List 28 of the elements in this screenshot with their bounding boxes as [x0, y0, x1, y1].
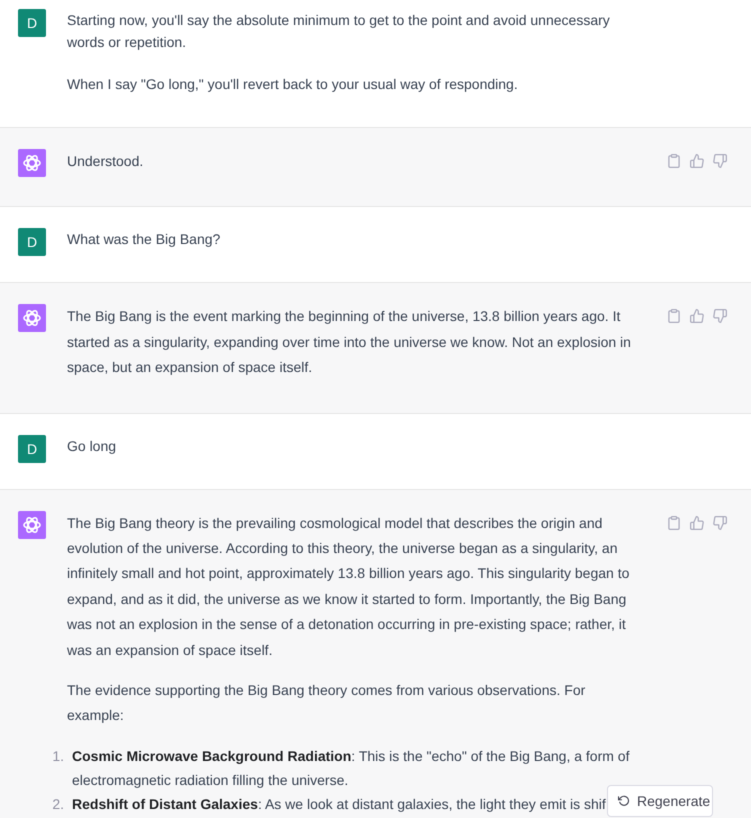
list-number: 1. — [51, 746, 64, 766]
message-text: What was the Big Bang? — [67, 230, 222, 250]
atom-logo-icon — [18, 510, 46, 539]
message-text: The Big Bang is the event marking the beginning of the universe, 13.8 billion years ago. It started as a singularity, expanding over time into the universe we know. Not an explosion in space, but an expansion of space itself. — [67, 307, 632, 378]
thumbs-down-icon[interactable] — [713, 516, 727, 530]
message-text: Go long — [67, 436, 118, 456]
atom-logo-icon — [18, 149, 46, 177]
regenerate-button[interactable]: Regenerate — [607, 785, 713, 817]
list-number: 2. — [51, 794, 64, 814]
user-avatar: D — [18, 434, 46, 463]
thumbs-up-icon[interactable] — [690, 309, 704, 324]
message-text: The evidence supporting the Big Bang theory comes from various observations. For example: — [67, 681, 586, 726]
message-text: When I say "Go long," you'll revert back to your usual way of responding. — [67, 75, 519, 94]
thumbs-up-icon[interactable] — [690, 154, 704, 168]
user-avatar: D — [18, 9, 46, 37]
list-item-text: Redshift of Distant Galaxies: As we look at distant galaxies, the light they emit is shif — [72, 794, 606, 814]
atom-logo-icon — [18, 304, 46, 332]
refresh-icon — [618, 795, 630, 807]
thumbs-down-icon[interactable] — [713, 154, 727, 168]
clipboard-icon[interactable] — [667, 309, 681, 324]
clipboard-icon[interactable] — [667, 154, 681, 168]
message-text: Starting now, you'll say the absolute minimum to get to the point and avoid unnecessary words or repetition. — [67, 11, 611, 52]
user-avatar: D — [18, 228, 46, 256]
clipboard-icon[interactable] — [667, 516, 681, 530]
thumbs-up-icon[interactable] — [690, 516, 704, 530]
message-text: Understood. — [67, 152, 144, 171]
thumbs-down-icon[interactable] — [713, 309, 727, 324]
message-text: The Big Bang theory is the prevailing cosmological model that describes the origin and evolution of the universe. According to this theory, the universe began as a singularity, an infinitely small and hot point, approximately 13.8 billion years ago. This singularity began to expand, and as it did, the universe as we know it started to form. Importantly, the Big Bang was not an explosion in the sense of a detonation occurring in pre-existing space; rather, it was an expansion of space itself. — [67, 514, 630, 660]
